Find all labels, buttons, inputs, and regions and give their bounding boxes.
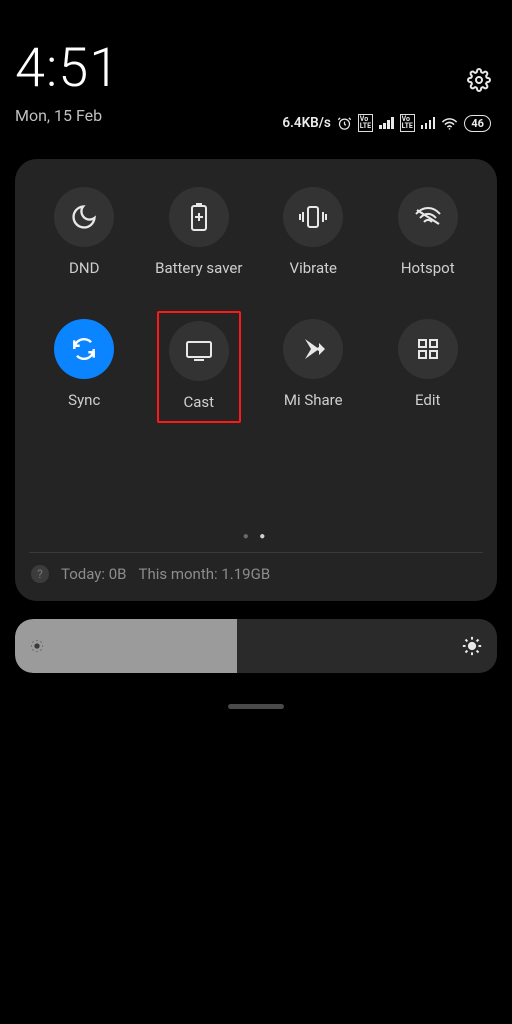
vibrate-icon <box>297 204 329 230</box>
data-usage-row[interactable]: ? Today: 0B This month: 1.19GB <box>27 565 485 587</box>
quick-settings-panel: DND Battery saver Vibrate <box>15 159 497 601</box>
sync-icon <box>71 336 97 362</box>
tile-label: Hotspot <box>401 259 455 277</box>
tile-label: DND <box>69 259 99 277</box>
tile-label: Mi Share <box>284 391 343 409</box>
tile-sync[interactable]: Sync <box>31 311 137 423</box>
clock-time: 4:51 <box>15 42 497 96</box>
wifi-icon <box>441 117 458 130</box>
tile-label: Sync <box>68 391 100 409</box>
tile-label: Battery saver <box>155 259 242 277</box>
brightness-high-icon <box>461 635 483 657</box>
moon-icon <box>70 203 98 231</box>
battery-plus-icon <box>188 202 210 232</box>
net-speed: 6.4KB/s <box>282 115 330 131</box>
panel-divider <box>29 552 483 553</box>
header: 4:51 Mon, 15 Feb 6.4KB/s VoLTE VoLTE 46 <box>15 0 497 125</box>
signal-bars-1 <box>379 117 394 129</box>
data-today: Today: 0B <box>61 565 127 583</box>
tile-vibrate[interactable]: Vibrate <box>260 179 366 287</box>
tile-edit[interactable]: Edit <box>375 311 481 423</box>
tile-hotspot[interactable]: Hotspot <box>375 179 481 287</box>
data-month: This month: 1.19GB <box>139 565 271 583</box>
tile-battery-saver[interactable]: Battery saver <box>146 179 252 287</box>
brightness-low-icon <box>29 638 45 654</box>
tile-mi-share[interactable]: Mi Share <box>260 311 366 423</box>
tile-label: Vibrate <box>290 259 337 277</box>
tile-cast[interactable]: Cast <box>146 311 252 423</box>
tiles-grid: DND Battery saver Vibrate <box>27 179 485 423</box>
battery-badge: 46 <box>464 115 491 132</box>
screen-cast-icon <box>184 339 214 363</box>
grid-edit-icon <box>416 337 440 361</box>
alarm-icon <box>337 116 352 131</box>
volte-badge-1: VoLTE <box>358 114 373 132</box>
page-indicator: ● ● <box>27 531 485 542</box>
brightness-fill <box>15 619 237 673</box>
drag-handle[interactable] <box>228 704 284 709</box>
hotspot-icon <box>413 205 443 229</box>
help-icon: ? <box>31 565 49 583</box>
volte-badge-2: VoLTE <box>400 114 415 132</box>
tile-dnd[interactable]: DND <box>31 179 137 287</box>
settings-button[interactable] <box>467 68 491 92</box>
tile-label: Edit <box>415 391 440 409</box>
tile-label: Cast <box>183 393 214 411</box>
mi-share-icon <box>299 335 327 363</box>
brightness-slider[interactable] <box>15 619 497 673</box>
gear-icon <box>467 68 491 92</box>
signal-bars-2 <box>421 117 436 129</box>
status-bar: 6.4KB/s VoLTE VoLTE 46 <box>282 114 491 132</box>
